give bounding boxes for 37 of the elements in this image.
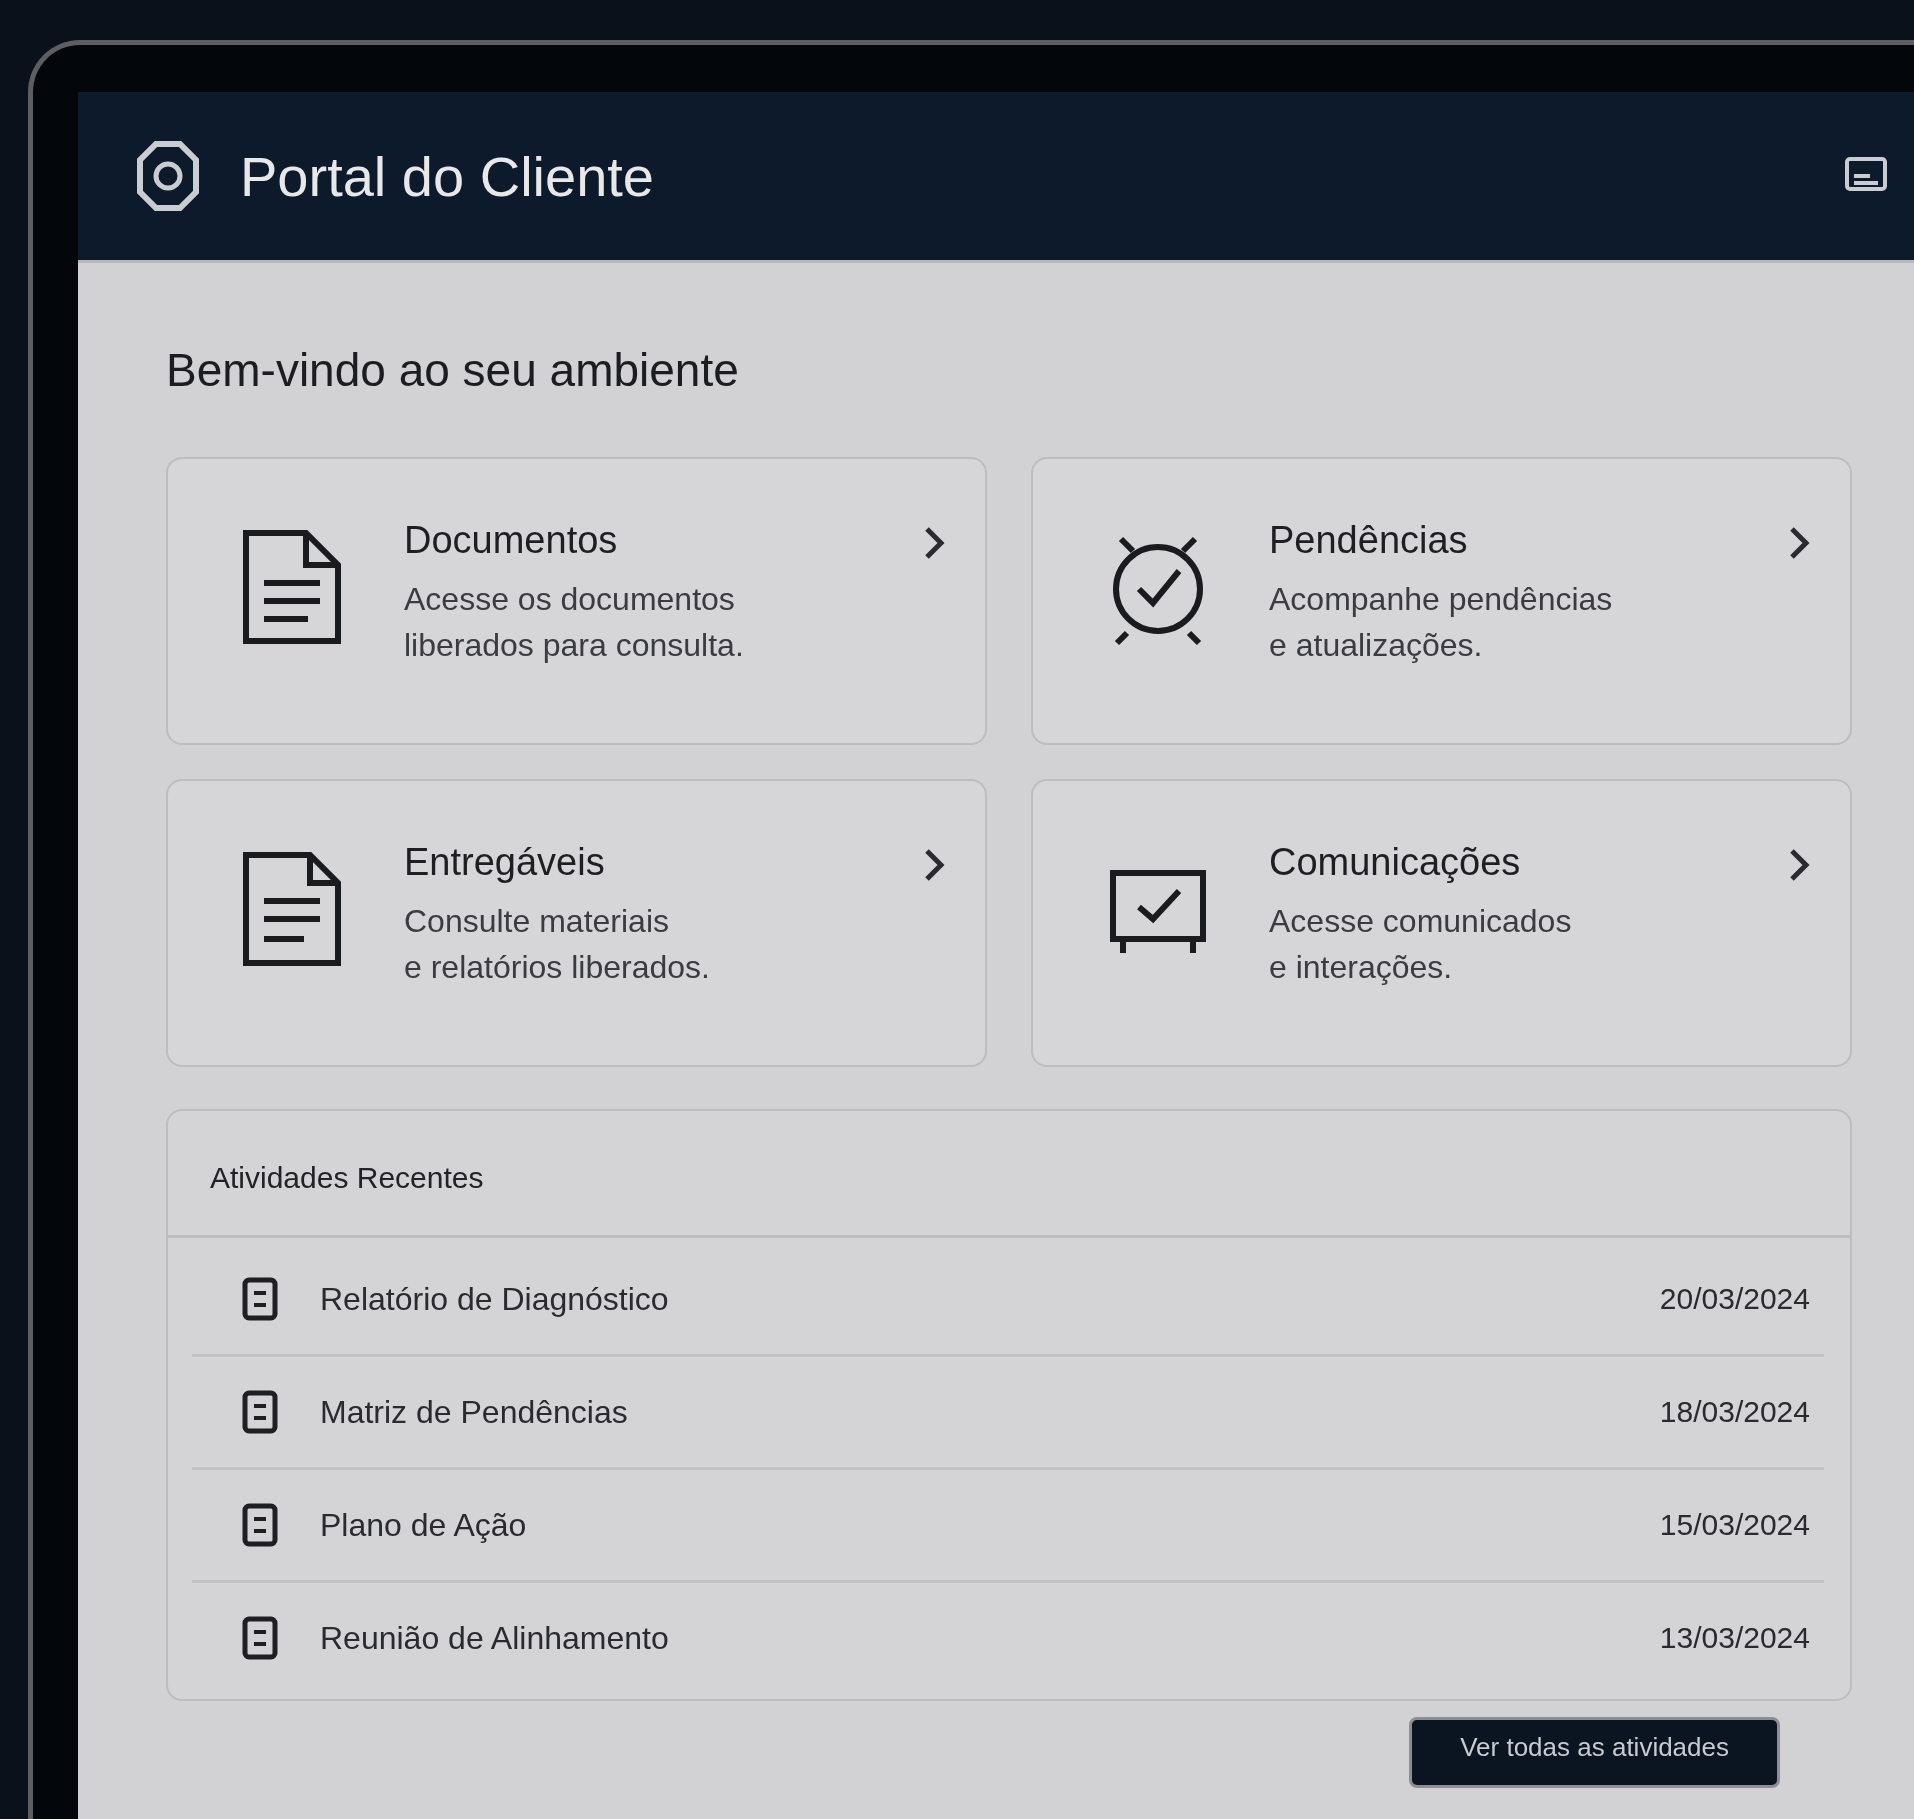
- app-title: Portal do Cliente: [240, 143, 655, 209]
- activity-date: 13/03/2024: [1659, 1621, 1810, 1655]
- nav-card[interactable]: Pendências Acompanhe pendências e atualizações.: [1031, 457, 1852, 745]
- activity-date: 20/03/2024: [1659, 1282, 1810, 1316]
- document-icon: [242, 1277, 278, 1321]
- logo-icon: [136, 140, 200, 212]
- view-all-button[interactable]: Ver todas as atividades: [1409, 1717, 1780, 1788]
- chevron-right-icon: [923, 847, 945, 883]
- nav-card[interactable]: Comunicações Acesse comunicados e interações.: [1031, 779, 1852, 1067]
- chevron-right-icon: [1788, 525, 1810, 561]
- activity-row[interactable]: Plano de Ação 15/03/2024: [192, 1470, 1824, 1583]
- card-title: Pendências: [1269, 519, 1469, 562]
- card-description: Acompanhe pendências e atualizações.: [1269, 580, 1614, 666]
- activity-row[interactable]: Reunião de Alinhamento 13/03/2024: [192, 1583, 1824, 1693]
- activity-date: 15/03/2024: [1659, 1508, 1810, 1542]
- document-icon: [242, 1503, 278, 1547]
- activity-name: Plano de Ação: [320, 1506, 528, 1544]
- nav-card[interactable]: Documentos Acesse os documentos liberados para consulta.: [166, 457, 987, 745]
- activity-name: Matriz de Pendências: [320, 1393, 629, 1431]
- document-icon: [242, 1390, 278, 1434]
- card-description: Acesse comunicados e interações.: [1269, 902, 1573, 988]
- document-icon: [242, 1616, 278, 1660]
- panel-title: Atividades Recentes: [168, 1111, 1850, 1238]
- card-description: Acesse os documentos liberados para consulta.: [404, 580, 745, 666]
- chevron-right-icon: [1788, 847, 1810, 883]
- nav-card[interactable]: Entregáveis Consulte materiais e relatórios liberados.: [166, 779, 987, 1067]
- card-title: Documentos: [404, 519, 619, 562]
- activity-row[interactable]: Relatório de Diagnóstico 20/03/2024: [192, 1244, 1824, 1357]
- chevron-right-icon: [923, 525, 945, 561]
- activity-name: Reunião de Alinhamento: [320, 1619, 670, 1657]
- activity-row[interactable]: Matriz de Pendências 18/03/2024: [192, 1357, 1824, 1470]
- welcome-heading: Bem-vindo ao seu ambiente: [166, 343, 740, 397]
- card-title: Comunicações: [1269, 841, 1522, 884]
- card-title: Entregáveis: [404, 841, 606, 884]
- card-description: Consulte materiais e relatórios liberados.: [404, 902, 711, 988]
- activity-date: 18/03/2024: [1659, 1395, 1810, 1429]
- activity-name: Relatório de Diagnóstico: [320, 1280, 670, 1318]
